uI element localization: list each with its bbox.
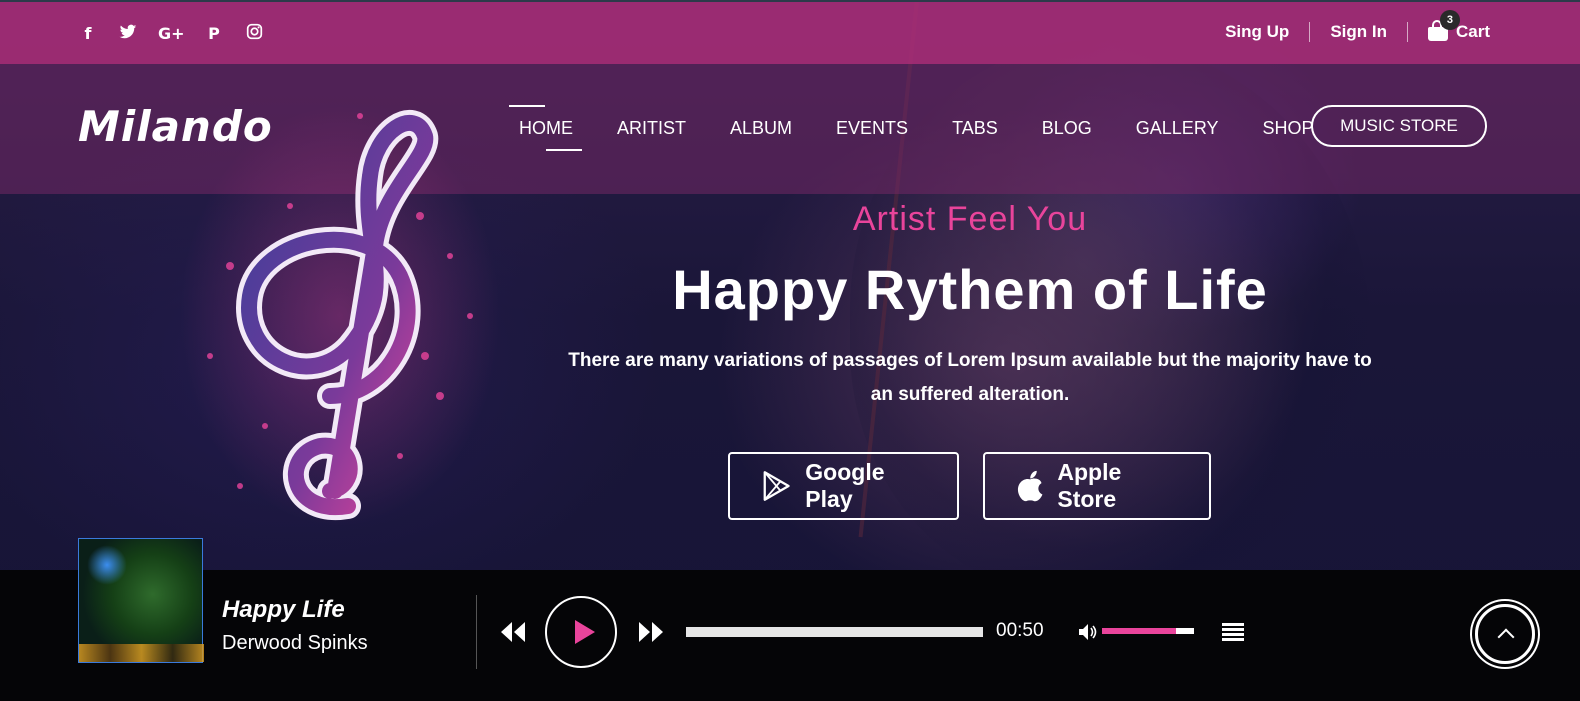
treble-clef-icon bbox=[180, 106, 500, 526]
app-store-buttons: Google Play Apple Store bbox=[728, 452, 1211, 520]
cart-count-badge: 3 bbox=[1439, 10, 1460, 30]
instagram-icon[interactable] bbox=[244, 23, 264, 44]
google-play-button[interactable]: Google Play bbox=[728, 452, 959, 520]
elapsed-time: 00:50 bbox=[996, 620, 1044, 641]
progress-fill bbox=[686, 627, 983, 637]
song-title: Happy Life bbox=[222, 596, 345, 623]
rewind-icon[interactable] bbox=[500, 620, 526, 644]
apple-icon bbox=[1017, 470, 1043, 502]
album-art-stage-lights bbox=[79, 644, 204, 662]
cart-label: Cart bbox=[1455, 22, 1490, 41]
divider bbox=[1309, 22, 1311, 42]
volume-fill bbox=[1102, 628, 1176, 634]
nav-item-shop[interactable]: SHOP bbox=[1260, 116, 1317, 141]
hero-headline: Happy Rythem of Life bbox=[672, 258, 1268, 321]
album-art-light bbox=[87, 545, 127, 585]
scroll-to-top-button[interactable] bbox=[1475, 604, 1535, 664]
playlist-line bbox=[1222, 633, 1244, 636]
nav-item-artist[interactable]: ARITIST bbox=[614, 116, 689, 141]
playlist-line bbox=[1222, 638, 1244, 641]
player-divider bbox=[476, 595, 477, 669]
main-menu: HOME ARITIST ALBUM EVENTS TABS BLOG GALL… bbox=[509, 105, 1355, 151]
nav-item-home[interactable]: HOME bbox=[509, 105, 582, 151]
music-player: Happy Life Derwood Spinks 00:50 bbox=[0, 538, 1580, 701]
twitter-icon[interactable] bbox=[118, 24, 138, 44]
play-button[interactable] bbox=[545, 596, 617, 668]
apple-store-button[interactable]: Apple Store bbox=[983, 452, 1211, 520]
nav-item-album[interactable]: ALBUM bbox=[727, 116, 795, 141]
playlist-icon[interactable] bbox=[1222, 623, 1244, 641]
now-playing-info: Happy Life Derwood Spinks bbox=[222, 596, 368, 655]
progress-bar[interactable] bbox=[686, 627, 983, 637]
sign-in-link[interactable]: Sign In bbox=[1330, 22, 1387, 42]
nav-item-blog[interactable]: BLOG bbox=[1039, 116, 1095, 141]
song-artist: Derwood Spinks bbox=[222, 632, 368, 654]
nav-item-tabs[interactable]: TABS bbox=[949, 116, 1001, 141]
music-store-button[interactable]: MUSIC STORE bbox=[1311, 105, 1487, 147]
pinterest-icon[interactable]: P bbox=[204, 24, 224, 43]
page: f G+ P Sing Up Sign In 3 Cart Milando HO… bbox=[0, 0, 1580, 701]
playlist-line bbox=[1222, 628, 1244, 631]
google-play-icon bbox=[763, 471, 790, 501]
top-bar: f G+ P Sing Up Sign In 3 Cart bbox=[0, 0, 1580, 64]
google-play-label: Google Play bbox=[805, 459, 885, 512]
nav-item-gallery[interactable]: GALLERY bbox=[1133, 116, 1222, 141]
sign-up-link[interactable]: Sing Up bbox=[1225, 22, 1289, 42]
playlist-line bbox=[1222, 623, 1244, 626]
social-links: f G+ P bbox=[78, 23, 264, 44]
hero-kicker: Artist Feel You bbox=[852, 200, 1088, 238]
divider bbox=[1406, 22, 1408, 42]
fast-forward-icon[interactable] bbox=[638, 620, 664, 644]
apple-store-label: Apple Store bbox=[1057, 459, 1122, 512]
account-links: Sing Up Sign In 3 Cart bbox=[1225, 10, 1490, 42]
google-plus-icon[interactable]: G+ bbox=[158, 24, 185, 43]
facebook-icon[interactable]: f bbox=[78, 24, 98, 43]
cart-link[interactable]: 3 Cart bbox=[1427, 10, 1490, 42]
volume-icon[interactable] bbox=[1078, 623, 1098, 641]
volume-slider[interactable] bbox=[1102, 628, 1194, 634]
hero-section: Artist Feel You Happy Rythem of Life The… bbox=[540, 200, 1400, 412]
hero-description: There are many variations of passages of… bbox=[568, 350, 1372, 405]
album-art bbox=[78, 538, 204, 663]
nav-item-events[interactable]: EVENTS bbox=[833, 116, 911, 141]
